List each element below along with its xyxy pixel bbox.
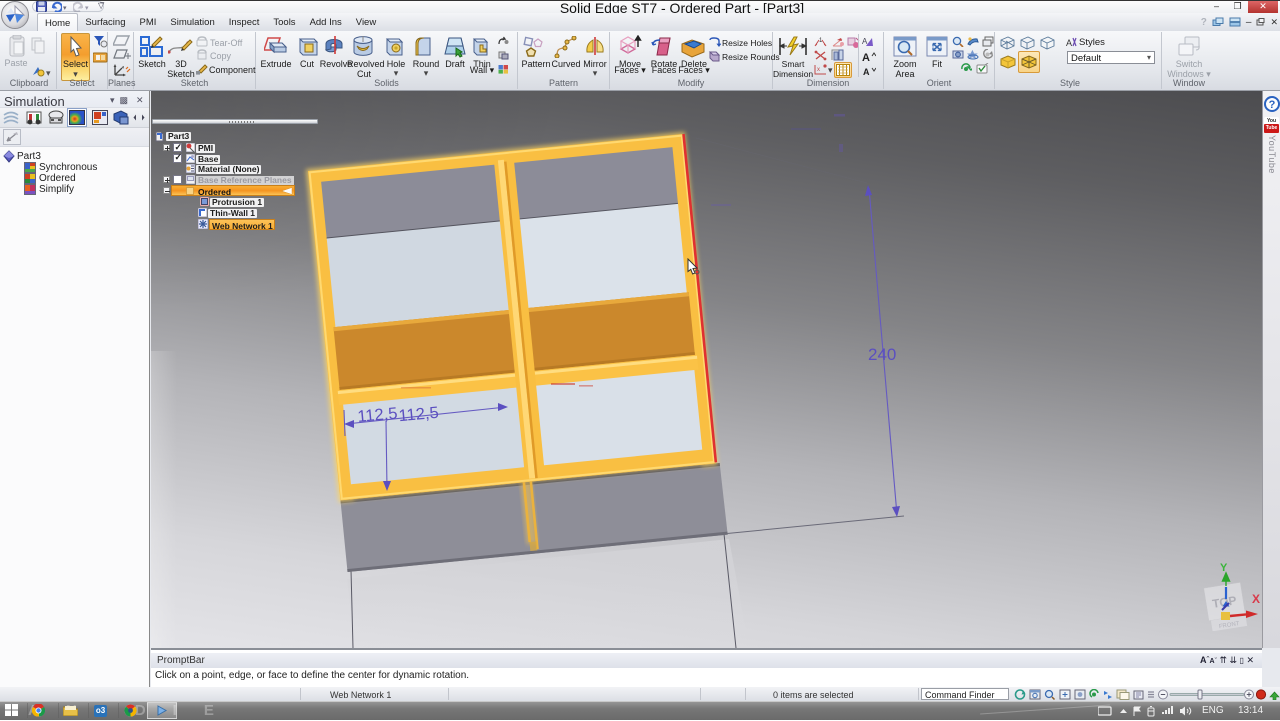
svg-text:?: ? [1269,99,1276,111]
svg-text:Y: Y [1220,562,1228,574]
svg-text:X: X [1252,592,1260,606]
svg-text:A: A [863,67,870,76]
svg-text:A: A [862,52,870,62]
svg-text:A: A [1066,38,1072,47]
svg-text:240: 240 [868,345,896,364]
svg-text:x: x [817,67,820,73]
